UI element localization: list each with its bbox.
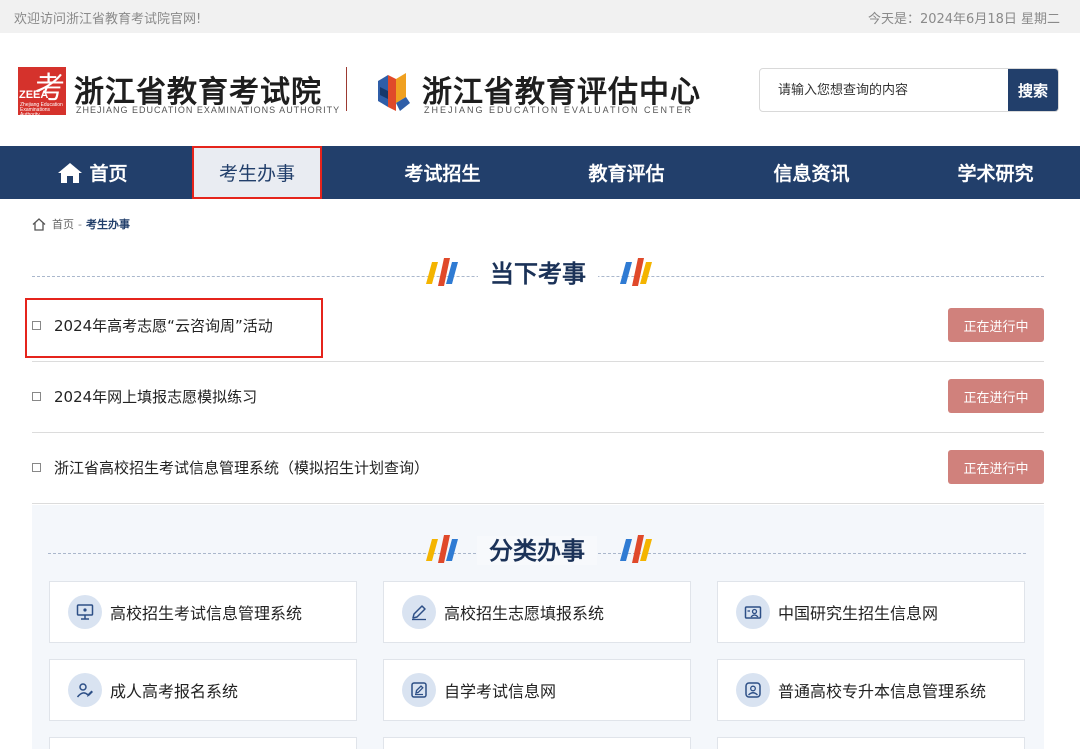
- category-card[interactable]: 自学考试信息网: [383, 659, 691, 721]
- status-badge[interactable]: 正在进行中: [948, 379, 1044, 413]
- status-badge[interactable]: 正在进行中: [948, 308, 1044, 342]
- user-badge-icon: [736, 673, 770, 707]
- evaluation-center-logo[interactable]: 浙江省教育评估中心 ZHEJIANG EDUCATION EVALUATION …: [374, 67, 704, 117]
- category-label: 中国研究生招生信息网: [778, 604, 939, 623]
- breadcrumb: 首页 - 考生办事: [32, 216, 130, 232]
- top-bar: 欢迎访问浙江省教育考试院官网! 今天是：2024年6月18日 星期二: [0, 0, 1080, 33]
- category-card-partial[interactable]: [383, 737, 691, 749]
- categories-heading: 分类办事: [48, 531, 1026, 571]
- nav-item-home[interactable]: 首页: [0, 146, 185, 199]
- category-card[interactable]: 高校招生志愿填报系统: [383, 581, 691, 643]
- zeea-logo-icon: 考 ZEEA Zhejiang Education Examinations A…: [18, 67, 66, 118]
- examinations-authority-logo[interactable]: 考 ZEEA Zhejiang Education Examinations A…: [18, 67, 339, 118]
- category-card-partial[interactable]: [49, 737, 357, 749]
- nav-item-news[interactable]: 信息资讯: [739, 146, 884, 199]
- id-card-icon: [736, 595, 770, 629]
- breadcrumb-home-link[interactable]: 首页: [52, 216, 74, 232]
- category-card[interactable]: 成人高考报名系统: [49, 659, 357, 721]
- category-card[interactable]: 中国研究生招生信息网: [717, 581, 1025, 643]
- category-label: 自学考试信息网: [444, 682, 557, 701]
- bullet-square-icon: [32, 392, 41, 401]
- category-card[interactable]: 高校招生考试信息管理系统: [49, 581, 357, 643]
- current-affairs-heading: 当下考事: [32, 254, 1044, 294]
- slash-decoration-icon: [426, 258, 458, 286]
- list-item[interactable]: 浙江省高校招生考试信息管理系统（模拟招生计划查询） 正在进行中: [32, 433, 1044, 504]
- breadcrumb-separator: -: [78, 217, 82, 231]
- nav-item-label: 考试招生: [404, 163, 481, 185]
- evaluation-center-logo-icon: [378, 73, 410, 111]
- nav-item-academic-research[interactable]: 学术研究: [923, 146, 1068, 199]
- category-label: 高校招生志愿填报系统: [444, 604, 605, 623]
- breadcrumb-current: 考生办事: [85, 218, 130, 231]
- nav-item-label: 考生办事: [218, 163, 295, 185]
- list-item-label[interactable]: 2024年网上填报志愿模拟练习: [54, 386, 257, 407]
- nav-item-candidate-services[interactable]: 考生办事: [192, 146, 322, 199]
- category-label: 成人高考报名系统: [110, 682, 239, 701]
- nav-item-label: 首页: [89, 163, 128, 185]
- category-card[interactable]: 普通高校专升本信息管理系统: [717, 659, 1025, 721]
- nav-item-exam-admissions[interactable]: 考试招生: [370, 146, 515, 199]
- highlight-outline: [25, 298, 323, 358]
- welcome-text: 欢迎访问浙江省教育考试院官网!: [14, 12, 202, 27]
- nav-item-label: 教育评估: [588, 163, 665, 185]
- bullet-square-icon: [32, 463, 41, 472]
- search-button[interactable]: 搜索: [1008, 69, 1058, 111]
- nav-item-education-evaluation[interactable]: 教育评估: [554, 146, 699, 199]
- search-input[interactable]: [760, 69, 1010, 111]
- category-card-partial[interactable]: [717, 737, 1025, 749]
- list-item[interactable]: 2024年网上填报志愿模拟练习 正在进行中: [32, 362, 1044, 433]
- status-badge[interactable]: 正在进行中: [948, 450, 1044, 484]
- section-title: 当下考事: [478, 259, 598, 288]
- category-label: 普通高校专升本信息管理系统: [778, 682, 987, 701]
- main-nav: 首页 考生办事 考试招生 教育评估 信息资讯 学术研究: [0, 146, 1080, 199]
- date-text: 今天是：2024年6月18日 星期二: [867, 12, 1060, 27]
- authority-name-en: ZHEJIANG EDUCATION EXAMINATIONS AUTHORIT…: [76, 105, 341, 115]
- monitor-icon: [68, 595, 102, 629]
- header-divider: [346, 67, 347, 111]
- search-box: 搜索: [759, 68, 1059, 112]
- slash-decoration-icon: [620, 258, 652, 286]
- category-label: 高校招生考试信息管理系统: [110, 604, 303, 623]
- home-icon: [32, 217, 46, 231]
- user-edit-icon: [68, 673, 102, 707]
- nav-item-label: 学术研究: [957, 163, 1034, 185]
- logo-tiny-text: Zhejiang Education Examinations Authorit…: [20, 102, 63, 118]
- home-icon: [58, 162, 83, 183]
- evaluation-center-name-en: ZHEJIANG EDUCATION EVALUATION CENTER: [424, 105, 694, 115]
- section-title: 分类办事: [477, 536, 597, 565]
- list-item-label[interactable]: 浙江省高校招生考试信息管理系统（模拟招生计划查询）: [54, 457, 429, 478]
- header: 考 ZEEA Zhejiang Education Examinations A…: [0, 33, 1080, 146]
- nav-item-label: 信息资讯: [773, 163, 850, 185]
- logo-abbr: ZEEA: [19, 89, 49, 101]
- pen-icon: [402, 595, 436, 629]
- edit-box-icon: [402, 673, 436, 707]
- slash-decoration-icon: [620, 535, 652, 563]
- slash-decoration-icon: [426, 535, 458, 563]
